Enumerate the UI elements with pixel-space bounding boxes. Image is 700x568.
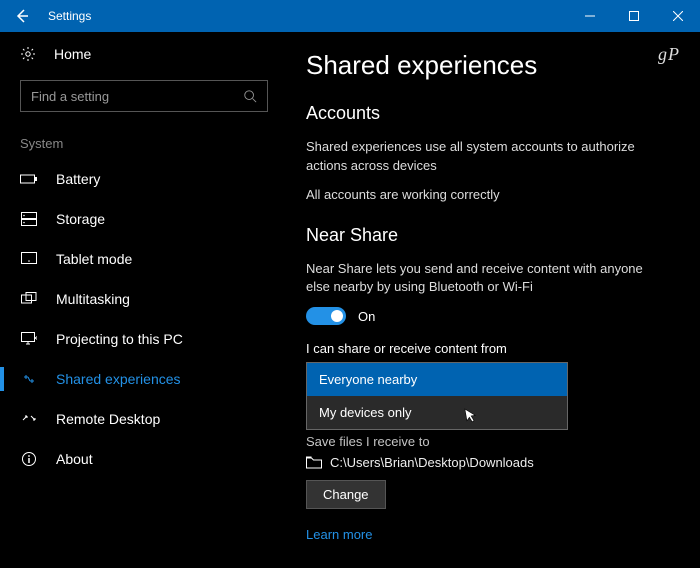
storage-icon [20,212,38,226]
close-icon [673,11,683,21]
gear-icon [20,46,38,62]
sidebar: Home System Battery Storage Tablet mode … [0,32,288,568]
sidebar-item-tablet-mode[interactable]: Tablet mode [0,239,268,279]
sidebar-item-label: Multitasking [56,291,130,307]
titlebar: Settings [0,0,700,32]
sidebar-item-remote-desktop[interactable]: Remote Desktop [0,399,268,439]
sidebar-item-label: Projecting to this PC [56,331,183,347]
accounts-status: All accounts are working correctly [306,186,666,205]
cursor-icon [464,406,479,424]
window-title: Settings [44,9,91,23]
near-share-toggle[interactable] [306,307,346,325]
learn-more-link[interactable]: Learn more [306,527,372,542]
accounts-desc: Shared experiences use all system accoun… [306,138,666,176]
battery-icon [20,173,38,185]
close-button[interactable] [656,0,700,32]
sidebar-item-label: Storage [56,211,105,227]
minimize-button[interactable] [568,0,612,32]
tablet-icon [20,252,38,266]
dropdown-option-my-devices[interactable]: My devices only [307,396,567,429]
remote-desktop-icon [20,412,38,426]
maximize-button[interactable] [612,0,656,32]
maximize-icon [629,11,639,21]
search-box[interactable] [20,80,268,112]
sidebar-item-storage[interactable]: Storage [0,199,268,239]
arrow-left-icon [14,8,30,24]
save-location-label: Save files I receive to [306,434,672,449]
sidebar-item-label: Shared experiences [56,371,181,387]
page-title: Shared experiences [306,50,672,81]
search-icon [243,89,257,103]
sidebar-item-label: About [56,451,93,467]
sidebar-item-battery[interactable]: Battery [0,159,268,199]
accounts-heading: Accounts [306,103,672,124]
sidebar-item-label: Remote Desktop [56,411,160,427]
sidebar-item-label: Tablet mode [56,251,132,267]
toggle-knob [331,310,343,322]
sidebar-item-label: Battery [56,171,100,187]
home-label: Home [54,46,91,62]
sidebar-item-projecting[interactable]: Projecting to this PC [0,319,268,359]
dropdown-option-everyone[interactable]: Everyone nearby [307,363,567,396]
sidebar-item-shared-experiences[interactable]: Shared experiences [0,359,268,399]
save-path-row: C:\Users\Brian\Desktop\Downloads [306,455,672,470]
watermark: gP [658,44,680,65]
shared-experiences-icon [20,371,38,387]
back-button[interactable] [0,0,44,32]
share-from-dropdown[interactable]: Everyone nearby My devices only [306,362,568,430]
section-label: System [20,136,268,151]
minimize-icon [585,11,595,21]
content-pane: gP Shared experiences Accounts Shared ex… [288,32,700,568]
change-button[interactable]: Change [306,480,386,509]
multitasking-icon [20,292,38,306]
near-share-heading: Near Share [306,225,672,246]
toggle-state-label: On [358,309,375,324]
near-share-desc: Near Share lets you send and receive con… [306,260,666,298]
projecting-icon [20,332,38,346]
save-path-text: C:\Users\Brian\Desktop\Downloads [330,455,534,470]
sidebar-item-multitasking[interactable]: Multitasking [0,279,268,319]
home-link[interactable]: Home [20,46,268,62]
sidebar-item-about[interactable]: About [0,439,268,479]
info-icon [20,451,38,467]
folder-icon [306,456,322,469]
search-input[interactable] [31,89,243,104]
share-from-label: I can share or receive content from [306,341,672,356]
